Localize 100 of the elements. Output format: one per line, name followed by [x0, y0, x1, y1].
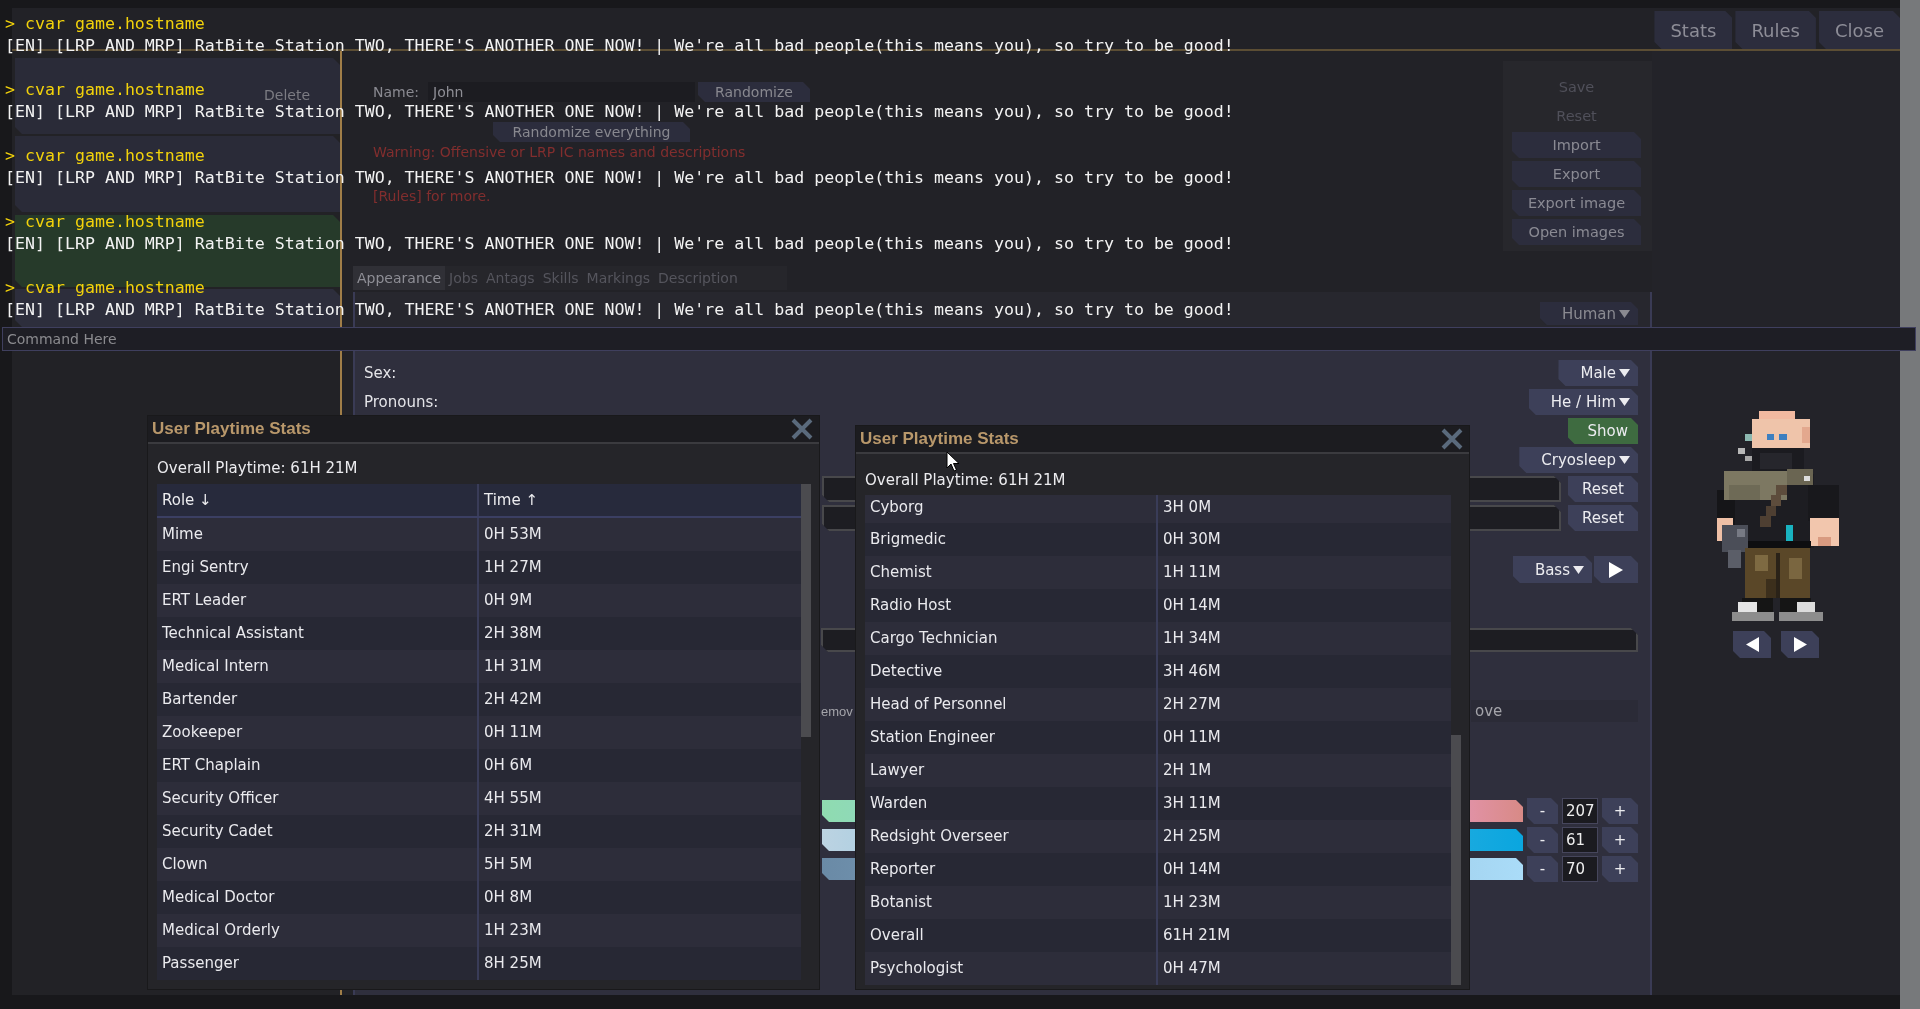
name-label: Name: — [373, 83, 421, 102]
rotate-left-button[interactable] — [1733, 631, 1771, 658]
profile-button[interactable]: Import — [1512, 132, 1641, 158]
window-title: User Playtime Stats — [860, 429, 1019, 449]
field-label: Sex: — [364, 364, 397, 382]
header-button[interactable]: Rules — [1735, 11, 1816, 49]
table-cell-text: 0H 30M — [1162, 529, 1222, 550]
profile-button[interactable]: Export image — [1512, 190, 1641, 216]
dropdown[interactable]: Cryosleep — [1519, 447, 1638, 473]
warning-text: [Rules] for more. — [373, 188, 491, 205]
table-cell-text: 8H 25M — [483, 953, 543, 974]
caret-down-icon — [1619, 309, 1630, 318]
console-command: > cvar game.hostname — [5, 147, 205, 165]
table-cell-text: 1H 23M — [483, 920, 543, 941]
close-button[interactable] — [1441, 428, 1463, 450]
table-cell-text: 1H 23M — [1162, 892, 1222, 913]
table-cell-text: 5H 5M — [483, 854, 534, 875]
table-cell-text: 3H 11M — [1162, 793, 1222, 814]
table-cell-text: 2H 1M — [1162, 760, 1213, 781]
table-cell-text: 0H 14M — [1162, 595, 1222, 616]
console-command: > cvar game.hostname — [5, 279, 205, 297]
window-title-bar[interactable]: User Playtime Stats — [148, 416, 819, 444]
caret-down-icon — [1619, 398, 1630, 406]
close-icon — [791, 418, 813, 440]
left-triangle-icon — [1745, 637, 1759, 652]
table-cell-text: 0H 11M — [1162, 727, 1222, 748]
table-cell-text: 2H 27M — [1162, 694, 1222, 715]
scrollbar-thumb[interactable] — [1451, 735, 1461, 985]
partial-label: emov — [821, 703, 853, 719]
table-cell-text: 1H 31M — [483, 656, 543, 677]
randomize-all-button[interactable]: Randomize everything — [493, 122, 690, 142]
decrement-button[interactable]: - — [1527, 856, 1558, 882]
header-button[interactable]: Stats — [1654, 11, 1733, 49]
caret-down-icon — [1619, 369, 1630, 377]
number-field[interactable]: 70 — [1562, 856, 1598, 882]
table-cell-text: 3H 0M — [1162, 497, 1213, 518]
right-triangle-icon — [1793, 637, 1807, 652]
partial-button[interactable]: ove — [1471, 700, 1638, 722]
table-cell-text: 1H 34M — [1162, 628, 1222, 649]
table-cell-text: 0H 14M — [1162, 859, 1222, 880]
play-button[interactable] — [1594, 556, 1638, 583]
close-icon — [1441, 428, 1463, 450]
caret-down-icon — [1573, 565, 1584, 574]
table-cell-text: 61H 21M — [1162, 925, 1232, 946]
column-header[interactable]: Role ↓ — [157, 484, 479, 516]
table-cell-text: 0H 47M — [1162, 958, 1222, 979]
window-title: User Playtime Stats — [152, 419, 311, 439]
console-command: > cvar game.hostname — [5, 213, 205, 231]
dropdown[interactable]: Male — [1558, 360, 1638, 386]
table-cell-text: 0H 8M — [483, 887, 534, 908]
table-cell-text: 2H 25M — [1162, 826, 1222, 847]
table-cell-text: 0H 11M — [483, 722, 543, 743]
profile-button[interactable]: Export — [1512, 161, 1641, 187]
tab[interactable]: Appearance — [353, 266, 446, 290]
dropdown[interactable]: He / Him — [1528, 389, 1638, 415]
rotate-right-button[interactable] — [1781, 631, 1819, 658]
scrollbar-thumb[interactable] — [801, 484, 811, 737]
overall-playtime-text: Overall Playtime: 61H 21M — [865, 470, 1067, 490]
increment-button[interactable]: + — [1602, 827, 1638, 853]
table-cell-text: 1H 11M — [1162, 562, 1222, 583]
number-field[interactable]: 61 — [1562, 827, 1598, 853]
reset-button[interactable]: Reset — [1568, 505, 1638, 531]
dropdown[interactable]: Human — [1539, 302, 1638, 325]
table-cell: Psychologist — [865, 952, 1158, 985]
table-cell: Passenger — [157, 947, 479, 980]
warning-text: Warning: Offensive or LRP IC names and descriptions — [373, 144, 746, 161]
mouse-pointer-icon — [946, 451, 960, 472]
close-button[interactable] — [791, 418, 813, 440]
increment-button[interactable]: + — [1602, 856, 1638, 882]
column-header[interactable]: Time ↑ — [479, 484, 801, 516]
decrement-button[interactable]: - — [1527, 827, 1558, 853]
table-cell-text: 2H 38M — [483, 623, 543, 644]
table-cell-text: 3H 46M — [1162, 661, 1222, 682]
delete-button[interactable]: Delete — [264, 87, 310, 103]
play-icon — [1609, 561, 1623, 578]
console-command: > cvar game.hostname — [5, 15, 205, 33]
overall-playtime-text: Overall Playtime: 61H 21M — [157, 458, 359, 478]
table-cell-text: 2H 42M — [483, 689, 543, 710]
field-label: Pronouns: — [364, 393, 439, 411]
caret-down-icon — [1619, 456, 1630, 464]
reset-button[interactable]: Reset — [1568, 476, 1638, 502]
header-button[interactable]: Close — [1818, 11, 1900, 49]
table-cell-text: 4H 55M — [483, 788, 543, 809]
table-cell-text: 0H 53M — [483, 524, 543, 545]
decrement-button[interactable]: - — [1527, 798, 1558, 824]
table-cell-text: 2H 31M — [483, 821, 543, 842]
number-field[interactable]: 207 — [1562, 798, 1598, 824]
dropdown[interactable]: Bass — [1512, 556, 1592, 583]
name-field[interactable]: John — [428, 82, 695, 102]
increment-button[interactable]: + — [1602, 798, 1638, 824]
table-cell-text: 0H 6M — [483, 755, 534, 776]
window-title-bar[interactable]: User Playtime Stats — [856, 426, 1469, 454]
command-field[interactable]: Command Here — [2, 327, 1916, 351]
table-cell-text: 0H 9M — [483, 590, 534, 611]
profile-button[interactable]: Open images — [1512, 219, 1641, 245]
table-cell-text: 1H 27M — [483, 557, 543, 578]
randomize-button[interactable]: Randomize — [698, 82, 810, 102]
toggle-button[interactable]: Show — [1567, 418, 1638, 444]
console-command: > cvar game.hostname — [5, 81, 205, 99]
console-output: [EN] [LRP AND MRP] RatBite Station TWO, THERE'S ANOTHER ONE NOW! | We're all bad people(this means you), so try to be good! — [5, 37, 1234, 55]
